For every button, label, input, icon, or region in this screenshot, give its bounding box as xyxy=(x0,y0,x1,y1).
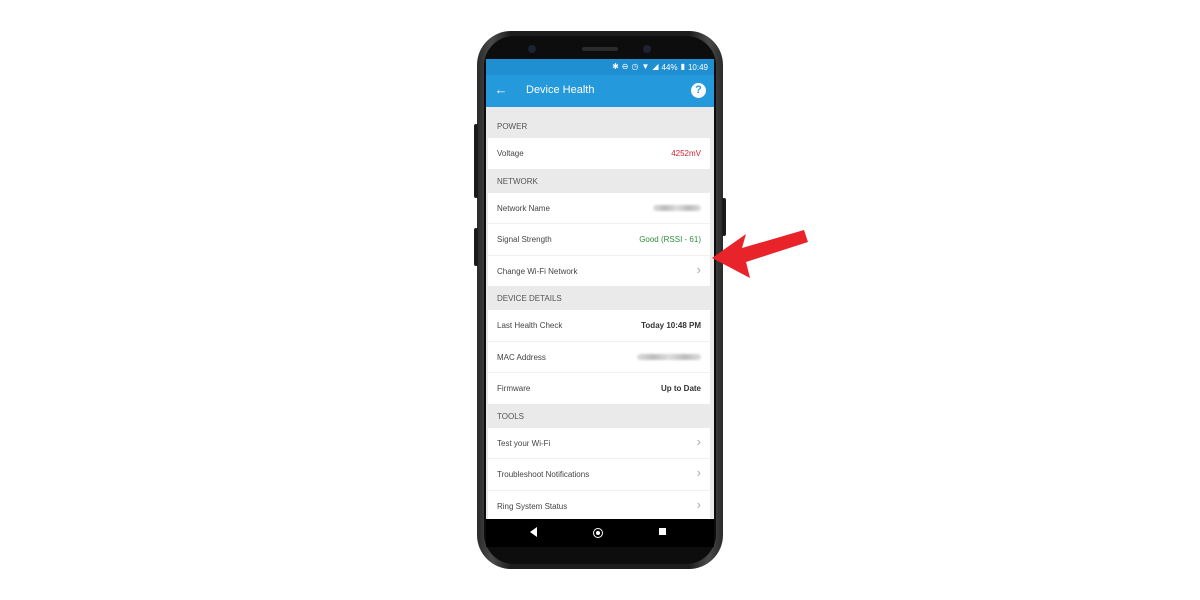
network-card: Network Name Signal Strength Good (RSSI … xyxy=(488,192,710,287)
iris-sensor xyxy=(528,45,536,53)
nav-back-icon[interactable] xyxy=(530,527,537,537)
device-details-card: Last Health Check Today 10:48 PM MAC Add… xyxy=(488,310,710,404)
help-icon[interactable]: ? xyxy=(691,83,706,98)
earpiece xyxy=(582,47,618,51)
voltage-value: 4252mV xyxy=(671,149,701,158)
phone-screen: ✱ ⊖ ◷ ▼ ◢ 44% ▮ 10:49 ← Device Health ? … xyxy=(486,59,714,547)
row-label: MAC Address xyxy=(497,352,546,362)
row-label: Network Name xyxy=(497,203,550,213)
section-header-network: NETWORK xyxy=(488,168,710,193)
power-card: Voltage 4252mV xyxy=(488,138,710,169)
nav-home-icon[interactable] xyxy=(593,528,603,538)
page-title: Device Health xyxy=(526,84,595,96)
bluetooth-icon: ✱ xyxy=(612,62,619,71)
row-label: Firmware xyxy=(497,384,531,393)
battery-icon: ▮ xyxy=(680,62,685,71)
test-wifi-row[interactable]: Test your Wi-Fi › xyxy=(488,428,710,459)
red-arrow-icon xyxy=(712,230,808,278)
status-bar: ✱ ⊖ ◷ ▼ ◢ 44% ▮ 10:49 xyxy=(486,59,714,75)
row-label: Test your Wi-Fi xyxy=(497,438,551,448)
section-header-tools: TOOLS xyxy=(488,403,710,428)
mac-address-row: MAC Address xyxy=(488,342,710,373)
device-health-list: POWER Voltage 4252mV NETWORK Network Nam… xyxy=(488,114,710,521)
row-label: Signal Strength xyxy=(497,235,552,244)
signal-strength-value: Good (RSSI - 61) xyxy=(639,235,701,244)
arrow-left-icon[interactable]: ← xyxy=(494,82,508,98)
chevron-right-icon: › xyxy=(696,433,701,449)
troubleshoot-notifications-row[interactable]: Troubleshoot Notifications › xyxy=(488,459,710,491)
app-bar: ← Device Health ? xyxy=(486,75,714,107)
signal-strength-row: Signal Strength Good (RSSI - 61) xyxy=(488,224,710,256)
firmware-value: Up to Date xyxy=(661,384,701,393)
bixby-button xyxy=(474,228,478,266)
alarm-icon: ◷ xyxy=(631,62,639,71)
row-label: Troubleshoot Notifications xyxy=(497,470,590,479)
voltage-row: Voltage 4252mV xyxy=(488,138,710,169)
row-label: Voltage xyxy=(497,149,524,158)
firmware-row: Firmware Up to Date xyxy=(488,373,710,404)
tools-card: Test your Wi-Fi › Troubleshoot Notificat… xyxy=(488,427,710,522)
change-wifi-network-row[interactable]: Change Wi-Fi Network › xyxy=(488,256,710,287)
last-health-check-value: Today 10:48 PM xyxy=(641,321,701,330)
nav-recents-icon[interactable] xyxy=(659,528,666,535)
battery-percent: 44% xyxy=(661,62,678,72)
mac-address-redacted xyxy=(637,353,701,360)
chevron-right-icon: › xyxy=(696,465,701,480)
row-label: Ring System Status xyxy=(497,501,568,511)
ring-system-status-row[interactable]: Ring System Status › xyxy=(488,491,710,522)
network-name-redacted xyxy=(653,204,701,211)
signal-icon: ◢ xyxy=(652,62,659,71)
clock: 10:49 xyxy=(687,62,708,72)
section-header-device-details: DEVICE DETAILS xyxy=(488,286,710,310)
wifi-icon: ▼ xyxy=(641,62,650,71)
do-not-disturb-icon: ⊖ xyxy=(621,62,629,71)
network-name-row: Network Name xyxy=(488,193,710,224)
row-label: Last Health Check xyxy=(497,321,563,330)
last-health-check-row: Last Health Check Today 10:48 PM xyxy=(488,310,710,342)
row-label: Change Wi-Fi Network xyxy=(497,266,578,276)
chevron-right-icon: › xyxy=(696,261,701,277)
front-camera xyxy=(643,45,651,53)
android-nav-bar xyxy=(486,519,714,547)
section-header-power: POWER xyxy=(488,114,710,138)
chevron-right-icon: › xyxy=(696,496,701,512)
volume-button xyxy=(474,124,478,198)
